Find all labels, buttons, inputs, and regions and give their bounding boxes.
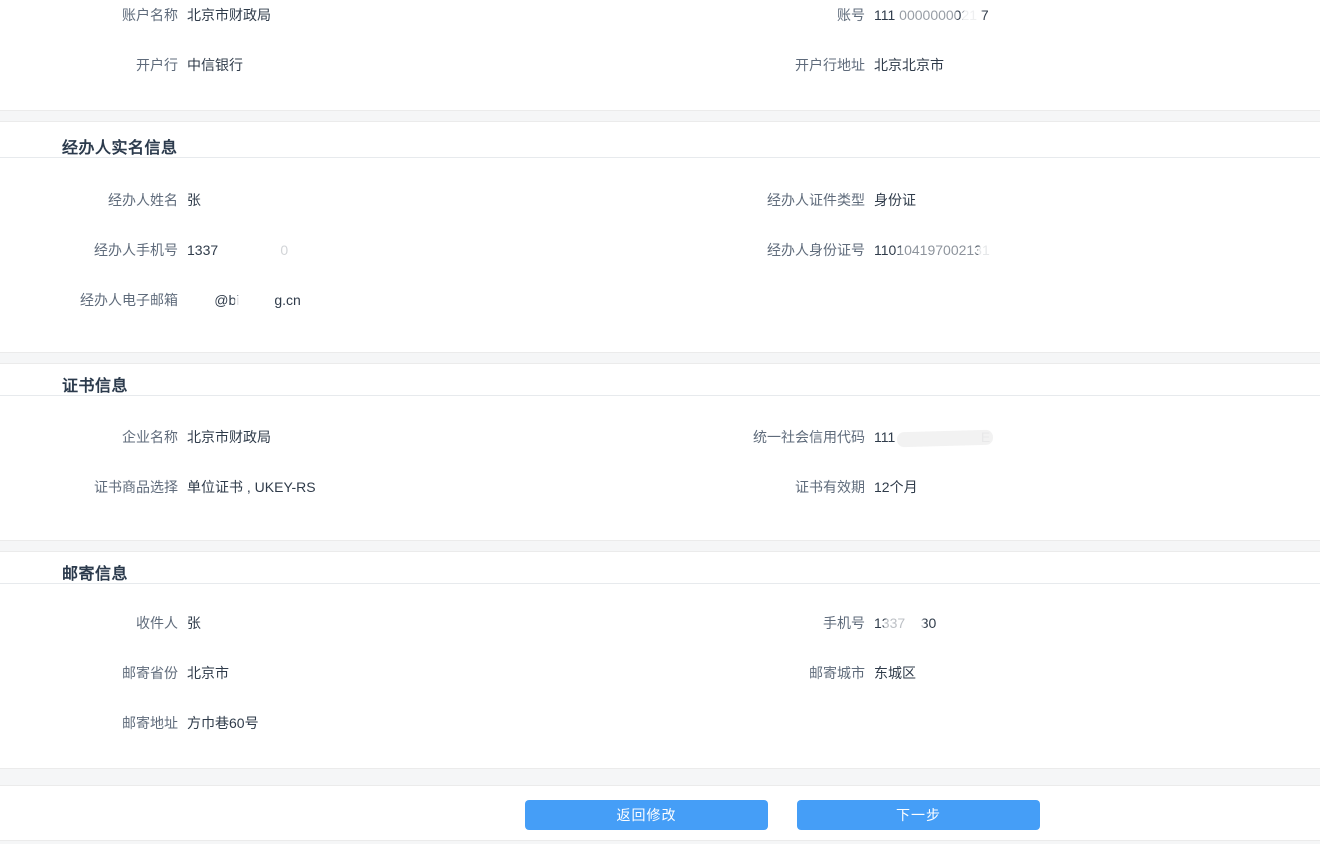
field-row: 收件人 张 手机号 1337 30: [0, 598, 1320, 648]
bank-address-field: 开户行地址 北京北京市: [660, 40, 1320, 90]
recipient-phone-field: 手机号 1337 30: [660, 598, 1320, 648]
field-value: @bi g.cn: [186, 292, 301, 310]
account-section: 账户名称 北京市财政局 账号 111 0000000021 7 开户行 中信银行…: [0, 0, 1320, 90]
field-label: 邮寄城市: [809, 665, 865, 681]
field-label: 账户名称: [122, 7, 178, 23]
field-value: 111 E: [874, 429, 994, 448]
bank-name-field: 开户行 中信银行: [0, 40, 660, 90]
field-value: 中信银行: [187, 57, 243, 73]
field-label: 统一社会信用代码: [753, 429, 865, 445]
mail-section-header: 邮寄信息: [0, 553, 1320, 584]
field-label: 手机号: [823, 615, 865, 631]
field-row: 经办人电子邮箱 @bi g.cn: [0, 275, 1320, 325]
account-name-field: 账户名称 北京市财政局: [0, 0, 660, 40]
field-value: 北京市财政局: [187, 429, 271, 445]
footer-divider: [0, 768, 1320, 786]
field-row: 经办人姓名 张 经办人证件类型 身份证: [0, 175, 1320, 225]
mail-section: 收件人 张 手机号 1337 30 邮寄省份 北京市 邮寄城市 东城区 邮寄地址…: [0, 598, 1320, 748]
field-value: 张: [187, 614, 231, 631]
cert-section-header: 证书信息: [0, 365, 1320, 396]
field-row: 邮寄地址 方巾巷60号: [0, 698, 1320, 748]
field-row: 邮寄省份 北京市 邮寄城市 东城区: [0, 648, 1320, 698]
mail-province-field: 邮寄省份 北京市: [0, 648, 660, 698]
bottom-edge-band: [0, 840, 1320, 844]
section-divider: [0, 352, 1320, 364]
field-label: 证书有效期: [795, 479, 865, 495]
cert-validity-field: 证书有效期 12个月: [660, 462, 1320, 512]
section-title: 邮寄信息: [62, 566, 129, 583]
agent-email-field: 经办人电子邮箱 @bi g.cn: [0, 275, 660, 325]
field-value: 东城区: [874, 665, 916, 681]
field-value: 110104197002131: [874, 242, 1011, 261]
recipient-field: 收件人 张: [0, 598, 660, 648]
field-value: 1337 0: [187, 242, 290, 260]
field-label: 经办人手机号: [94, 242, 178, 258]
field-row: 经办人手机号 1337 0 经办人身份证号 110104197002131: [0, 225, 1320, 275]
field-row: 证书商品选择 单位证书 , UKEY-RS 证书有效期 12个月: [0, 462, 1320, 512]
cert-product-field: 证书商品选择 单位证书 , UKEY-RS: [0, 462, 660, 512]
company-name-field: 企业名称 北京市财政局: [0, 412, 660, 462]
field-label: 经办人身份证号: [767, 242, 865, 258]
certificate-review-page: 账户名称 北京市财政局 账号 111 0000000021 7 开户行 中信银行…: [0, 0, 1320, 844]
agent-phone-field: 经办人手机号 1337 0: [0, 225, 660, 275]
field-value: 111 0000000021 7: [874, 7, 989, 25]
credit-code-field: 统一社会信用代码 111 E: [660, 412, 1320, 462]
section-divider: [0, 540, 1320, 552]
back-modify-button[interactable]: 返回修改: [525, 800, 768, 830]
agent-section: 经办人姓名 张 经办人证件类型 身份证 经办人手机号 1337 0 经办人身份证…: [0, 175, 1320, 325]
field-value: 张: [187, 191, 233, 208]
field-label: 邮寄地址: [122, 715, 178, 731]
field-value: 方巾巷60号: [187, 715, 259, 731]
field-label: 开户行地址: [795, 57, 865, 73]
field-label: 企业名称: [122, 429, 178, 445]
field-value: 单位证书 , UKEY-RS: [187, 479, 316, 495]
cert-section: 企业名称 北京市财政局 统一社会信用代码 111 E 证书商品选择 单位证书 ,…: [0, 412, 1320, 512]
field-label: 经办人电子邮箱: [80, 292, 178, 308]
field-row: 企业名称 北京市财政局 统一社会信用代码 111 E: [0, 412, 1320, 462]
field-value: 1337 30: [874, 615, 937, 633]
agent-id-type-field: 经办人证件类型 身份证: [660, 175, 1320, 225]
field-row: 开户行 中信银行 开户行地址 北京北京市: [0, 40, 1320, 90]
field-label: 经办人证件类型: [767, 192, 865, 208]
account-number-field: 账号 111 0000000021 7: [660, 0, 1320, 40]
section-title: 证书信息: [62, 378, 129, 395]
agent-section-header: 经办人实名信息: [0, 123, 1320, 158]
field-label: 邮寄省份: [122, 665, 178, 681]
agent-name-field: 经办人姓名 张: [0, 175, 660, 225]
field-value: 身份证: [874, 192, 916, 208]
field-label: 开户行: [136, 57, 178, 73]
agent-id-number-field: 经办人身份证号 110104197002131: [660, 225, 1320, 275]
mail-city-field: 邮寄城市 东城区: [660, 648, 1320, 698]
field-row: 账户名称 北京市财政局 账号 111 0000000021 7: [0, 0, 1320, 40]
field-label: 证书商品选择: [94, 479, 178, 495]
section-divider: [0, 110, 1320, 122]
field-value: 北京北京市: [874, 57, 944, 73]
section-title: 经办人实名信息: [62, 140, 178, 157]
field-label: 收件人: [136, 615, 178, 631]
next-step-button[interactable]: 下一步: [797, 800, 1040, 830]
mail-address-field: 邮寄地址 方巾巷60号: [0, 698, 660, 748]
field-value: 北京市财政局: [187, 7, 271, 23]
field-label: 账号: [837, 7, 865, 23]
field-value: 12个月: [874, 479, 918, 495]
field-label: 经办人姓名: [108, 192, 178, 208]
field-value: 北京市: [187, 665, 229, 681]
